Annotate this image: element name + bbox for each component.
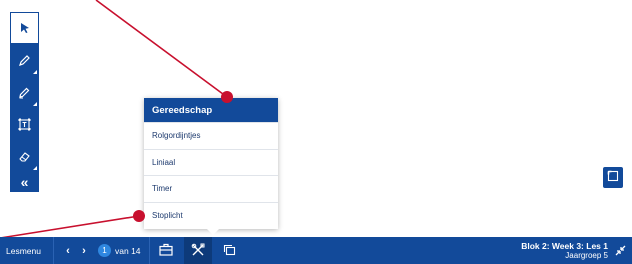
briefcase-icon [158,243,173,258]
presentation-frame-button[interactable] [603,167,623,188]
windows-button[interactable] [216,237,244,264]
annotation-line-bottom [0,215,140,239]
copy-windows-icon [223,244,236,258]
collapse-arrows-icon [615,245,626,258]
toolbox-button[interactable] [152,237,180,264]
bottom-bar: Lesmenu ‹ › 1 van 14 Blok 2: Week 3: Les… [0,237,632,264]
tools-icon [191,243,205,259]
next-page-button[interactable]: › [76,245,92,257]
annotation-line-top [95,0,228,98]
annotation-dot-bottom [133,210,145,222]
annotation-overlay [0,0,233,239]
prev-page-button[interactable]: ‹ [60,245,76,257]
page-indicator: 1 van 14 [98,244,141,257]
exit-fullscreen-button[interactable] [613,244,627,258]
lesson-info: Blok 2: Week 3: Les 1 Jaargroep 5 [521,241,608,261]
current-page-badge[interactable]: 1 [98,244,111,257]
annotation-dot-top [221,91,233,103]
gereedschap-button[interactable] [183,237,212,264]
lesson-title: Blok 2: Week 3: Les 1 [521,241,608,251]
page-total: van 14 [115,245,141,256]
lesson-subtitle: Jaargroep 5 [565,251,608,260]
lesmenu-button[interactable]: Lesmenu [0,237,54,264]
frame-icon [607,169,619,187]
